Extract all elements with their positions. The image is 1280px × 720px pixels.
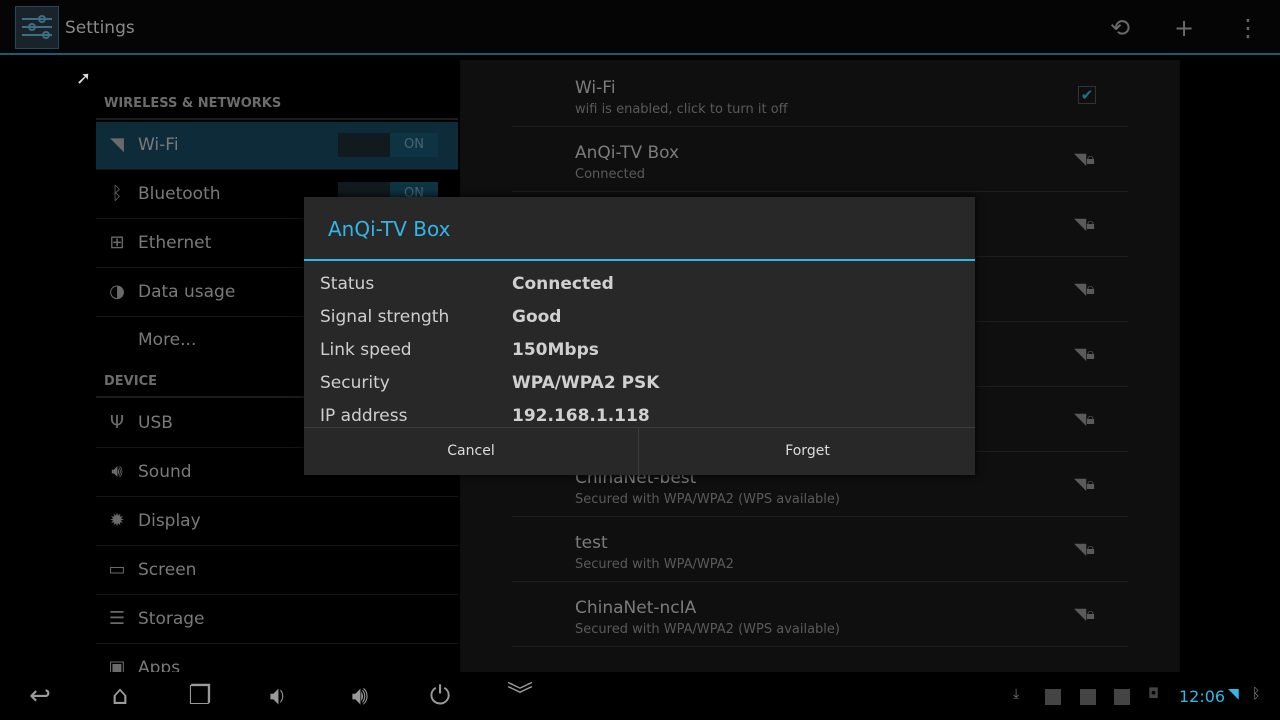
row-subtitle: wifi is enabled, click to turn it off [575, 102, 788, 117]
mouse-cursor-icon: ➚ [76, 68, 92, 89]
network-row[interactable]: test Secured with WPA/WPA2 ◥🔒︎ [512, 517, 1128, 582]
network-row[interactable]: ChinaNet-ncIA Secured with WPA/WPA2 (WPS… [512, 582, 1128, 647]
wifi-lock-icon: ◥🔒︎ [1074, 474, 1095, 493]
cancel-button[interactable]: Cancel [304, 428, 639, 476]
wifi-icon: ◥ [110, 134, 124, 155]
sidebar-item-apps[interactable]: ▣ Apps [96, 645, 458, 672]
sidebar-item-label: Screen [138, 560, 197, 580]
settings-app-icon[interactable] [15, 6, 59, 49]
power-icon[interactable]: ⏻ [415, 680, 465, 712]
sidebar-item-wifi[interactable]: ◥ Wi-Fi ON [96, 122, 458, 170]
notification-icon [1114, 689, 1130, 705]
wifi-lock-icon: ◥🔒︎ [1074, 214, 1095, 233]
network-name: ChinaNet-ncIA [575, 598, 697, 618]
recent-apps-icon[interactable]: ❐ [175, 680, 225, 712]
storage-icon: ☰ [108, 608, 126, 629]
sidebar-item-label: Data usage [138, 282, 236, 302]
wifi-lock-icon: ◥🔒︎ [1074, 409, 1095, 428]
volume-down-icon[interactable]: 🔉︎ [253, 680, 303, 712]
volume-up-icon[interactable]: 🔊︎ [335, 680, 385, 712]
sidebar-item-label: Ethernet [138, 233, 212, 253]
network-status: Secured with WPA/WPA2 (WPS available) [575, 622, 840, 637]
bluetooth-status-icon: ᛒ [1252, 686, 1261, 702]
network-status: Secured with WPA/WPA2 (WPS available) [575, 492, 840, 507]
back-icon[interactable]: ↩ [15, 680, 65, 712]
field-value: 150Mbps [512, 340, 599, 360]
field-label: Security [320, 373, 390, 393]
wifi-master-row[interactable]: Wi-Fi wifi is enabled, click to turn it … [512, 62, 1128, 127]
wifi-lock-icon: ◥🔒︎ [1074, 279, 1095, 298]
screen-icon: ▭ [108, 559, 126, 580]
wifi-status-icon: ◥ [1228, 686, 1239, 702]
wifi-toggle[interactable]: ON [338, 133, 438, 157]
dialog-title-divider [304, 259, 975, 261]
sidebar-item-label: Bluetooth [138, 184, 221, 204]
hide-bar-icon[interactable]: ︾ [495, 680, 545, 712]
action-bar: Settings ⟲ + ⋮ [0, 0, 1280, 55]
network-status: Connected [575, 167, 646, 182]
sidebar-item-label: Sound [138, 462, 192, 482]
field-value: 192.168.1.118 [512, 406, 650, 426]
field-label: Signal strength [320, 307, 450, 327]
wifi-lock-icon: ◥🔒︎ [1074, 539, 1095, 558]
sidebar-item-label: More... [138, 330, 197, 350]
network-name: test [575, 533, 608, 553]
field-value: Good [512, 307, 562, 327]
sidebar-item-label: Apps [138, 658, 181, 672]
dialog-button-bar: Cancel Forget [304, 427, 975, 476]
usb-icon: Ψ [109, 412, 125, 433]
clock: 12:06 [1179, 687, 1226, 706]
toggle-label: ON [390, 133, 438, 157]
camera-icon: ◘ [1148, 686, 1160, 702]
section-header: WIRELESS & NETWORKS [104, 96, 282, 111]
sidebar-item-storage[interactable]: ☰ Storage [96, 596, 458, 644]
sidebar-item-label: Display [138, 511, 201, 531]
sidebar-item-screen[interactable]: ▭ Screen [96, 547, 458, 595]
field-label: IP address [320, 406, 408, 426]
network-status: Secured with WPA/WPA2 [575, 557, 734, 572]
network-details-dialog: AnQi-TV Box Status Connected Signal stre… [304, 197, 975, 476]
row-title: Wi-Fi [575, 78, 616, 98]
apps-icon: ▣ [108, 657, 126, 672]
sidebar-item-label: Storage [138, 609, 205, 629]
wifi-lock-icon: ◥🔒︎ [1074, 604, 1095, 623]
app-title: Settings [65, 18, 135, 38]
dialog-title: AnQi-TV Box [328, 217, 451, 241]
data-usage-icon: ◑ [109, 281, 125, 302]
add-icon[interactable]: + [1170, 14, 1198, 42]
field-label: Link speed [320, 340, 412, 360]
sidebar-item-label: USB [138, 413, 173, 433]
field-label: Status [320, 274, 375, 294]
forget-button[interactable]: Forget [640, 428, 975, 476]
sync-icon[interactable]: ⟲ [1106, 14, 1134, 42]
wifi-lock-icon: ◥🔒︎ [1074, 344, 1095, 363]
notification-icon [1045, 689, 1061, 705]
network-name: AnQi-TV Box [575, 143, 680, 163]
notification-icon [1080, 689, 1096, 705]
network-row[interactable]: AnQi-TV Box Connected ◥🔒︎ [512, 127, 1128, 192]
sidebar-item-display[interactable]: ✹ Display [96, 498, 458, 546]
wifi-lock-icon: ◥🔒︎ [1074, 149, 1095, 168]
sidebar-item-label: Wi-Fi [138, 135, 179, 155]
section-header: DEVICE [104, 374, 157, 389]
wifi-enabled-checkbox[interactable]: ✔ [1078, 86, 1096, 104]
field-value: WPA/WPA2 PSK [512, 373, 660, 393]
sound-icon: 🔊︎ [111, 461, 123, 482]
download-icon: ⤓ [1013, 686, 1020, 702]
home-icon[interactable]: ⌂ [95, 680, 145, 712]
overflow-menu-icon[interactable]: ⋮ [1234, 14, 1262, 42]
display-icon: ✹ [109, 510, 125, 531]
field-value: Connected [512, 274, 614, 294]
ethernet-icon: ⊞ [109, 232, 125, 253]
bluetooth-icon: ᛒ [111, 183, 123, 204]
divider [96, 118, 458, 120]
